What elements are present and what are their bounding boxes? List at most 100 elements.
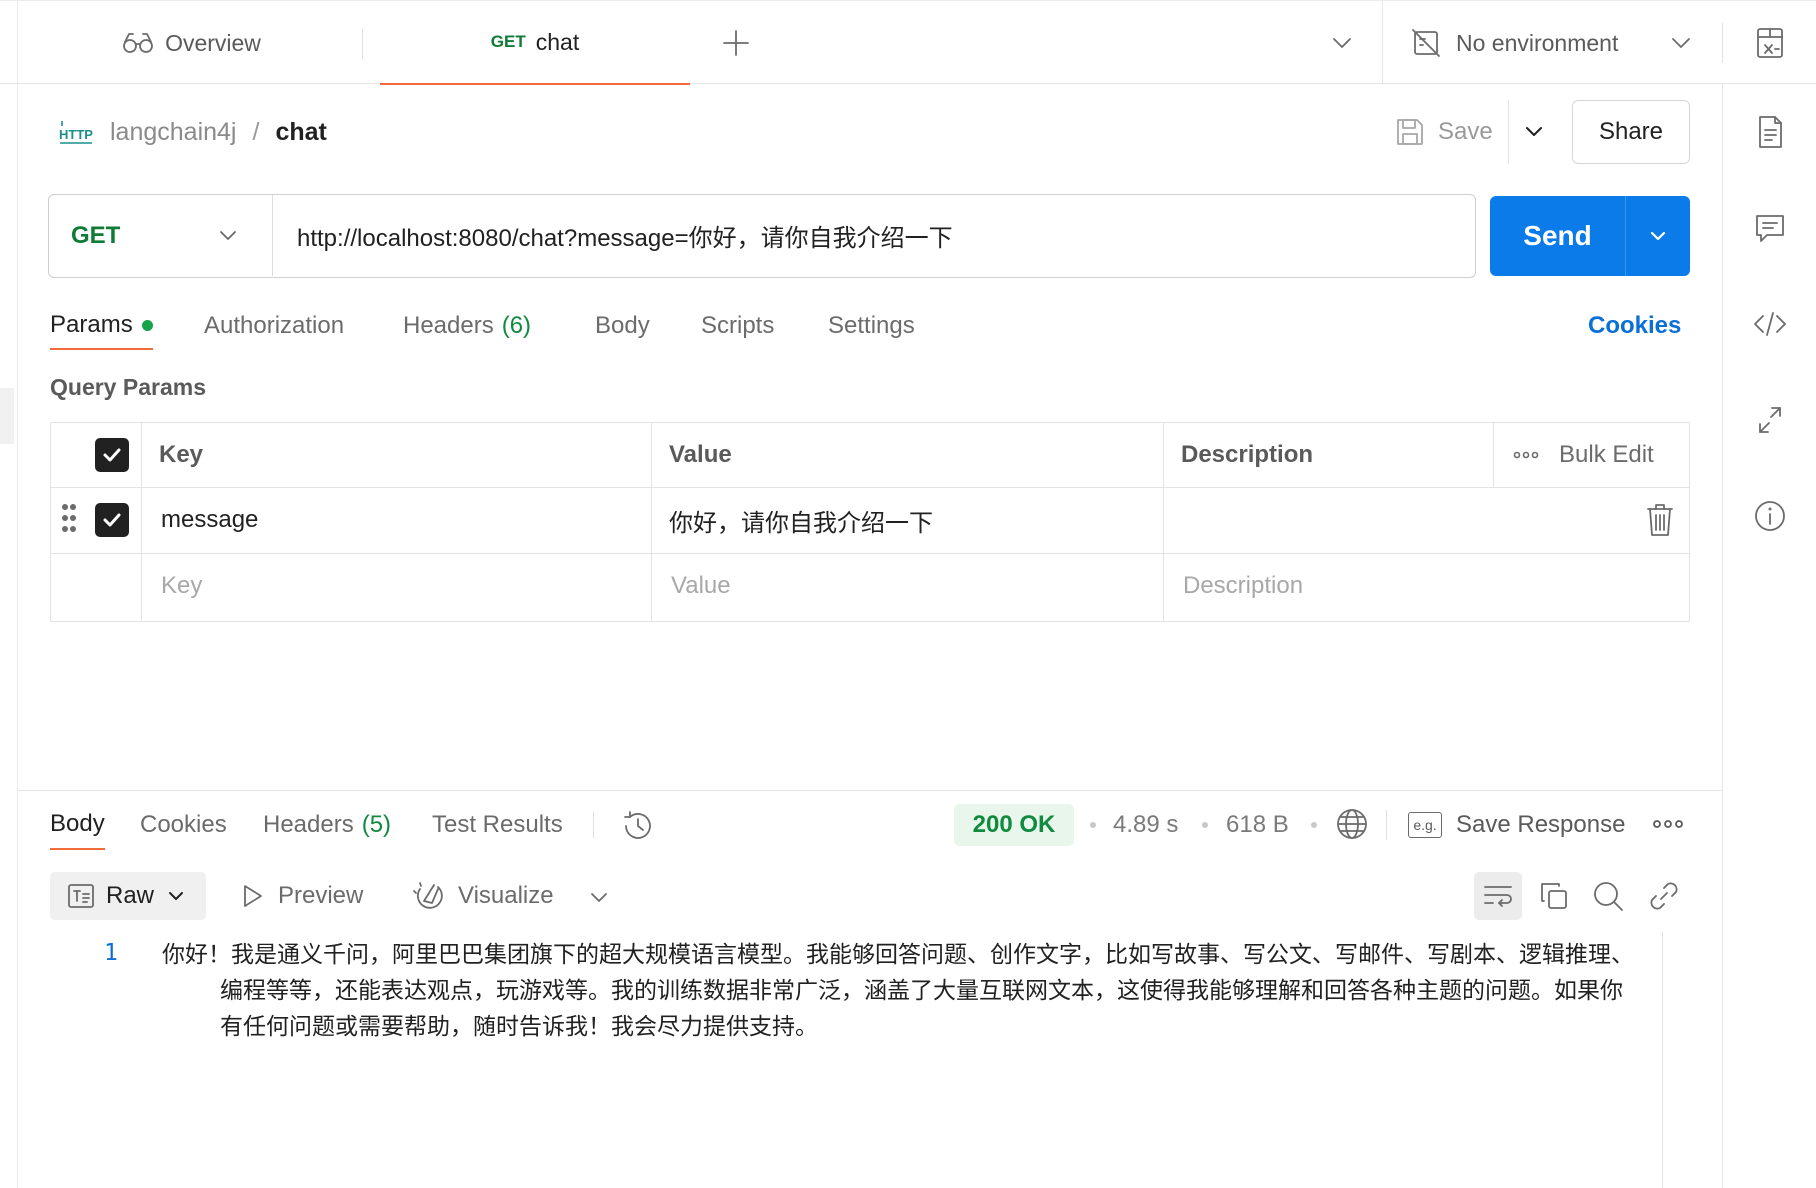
visualize-label: Visualize [458, 882, 554, 909]
delete-trash-icon[interactable] [1645, 503, 1675, 537]
save-options-chevron-down-icon[interactable] [1516, 114, 1552, 150]
response-time[interactable]: 4.89 s [1113, 804, 1178, 846]
preview-button[interactable]: Preview [240, 872, 363, 920]
meta-separator [1202, 822, 1208, 828]
environment-chevron-down-icon[interactable] [1664, 27, 1698, 59]
url-input[interactable]: http://localhost:8080/chat?message=你好，请你… [297, 195, 953, 276]
tab-scripts[interactable]: Scripts [701, 302, 774, 350]
save-response-label: Save Response [1456, 811, 1626, 838]
column-header-key: Key [159, 441, 204, 468]
documentation-icon[interactable] [1750, 112, 1790, 152]
tab-overview-label: Overview [165, 29, 261, 56]
meta-divider [1386, 810, 1387, 840]
response-more-options-icon[interactable] [1652, 816, 1684, 832]
response-tab-headers-count: (5) [361, 811, 392, 838]
response-tab-cookies[interactable]: Cookies [140, 800, 227, 850]
response-body-text[interactable]: 你好！我是通义千问，阿里巴巴集团旗下的超大规模语言模型。我能够回答问题、创作文字… [162, 936, 1642, 1044]
response-scrollbar[interactable] [1662, 932, 1663, 1188]
env-divider [1382, 1, 1383, 85]
breadcrumb-collection[interactable]: langchain4j [110, 118, 237, 147]
send-button[interactable]: Send [1490, 196, 1626, 276]
new-key-input[interactable]: Key [161, 553, 202, 619]
link-icon[interactable] [1640, 872, 1688, 920]
select-all-checkbox[interactable] [95, 438, 129, 472]
svg-text:HTTP: HTTP [59, 127, 93, 142]
environment-label: No environment [1456, 29, 1619, 56]
save-response-button[interactable]: e.g. Save Response [1408, 804, 1625, 846]
meta-separator [1311, 822, 1317, 828]
tab-chat[interactable]: GET chat [380, 1, 690, 85]
comments-icon[interactable] [1750, 208, 1790, 248]
tab-body[interactable]: Body [595, 302, 650, 350]
environment-variables-icon[interactable] [1750, 23, 1790, 63]
wrap-lines-icon[interactable] [1474, 872, 1522, 920]
param-key-cell[interactable]: message [161, 487, 258, 553]
visualize-chevron-down-icon[interactable] [584, 882, 614, 912]
share-button[interactable]: Share [1572, 100, 1690, 164]
new-tab-plus-icon[interactable] [716, 25, 756, 61]
raw-text-icon [66, 881, 96, 911]
tab-headers[interactable]: Headers (6) [403, 302, 531, 350]
param-value-cell[interactable]: 你好，请你自我介绍一下 [669, 487, 933, 553]
code-snippet-icon[interactable] [1750, 304, 1790, 344]
save-button[interactable]: Save [1394, 110, 1493, 154]
tab-authorization[interactable]: Authorization [204, 302, 344, 350]
tab-overview[interactable]: Overview [20, 1, 362, 85]
response-tab-test-results[interactable]: Test Results [432, 800, 563, 850]
url-bar: GET http://localhost:8080/chat?message=你… [48, 194, 1476, 278]
response-tab-headers[interactable]: Headers (5) [263, 800, 391, 850]
method-chevron-down-icon[interactable] [211, 219, 245, 253]
send-options-chevron-down-icon[interactable] [1626, 196, 1690, 276]
overview-icon [121, 30, 155, 56]
tab-bar: Overview GET chat No environment [0, 0, 1816, 85]
tab-headers-count: (6) [501, 312, 532, 339]
response-size[interactable]: 618 B [1226, 804, 1289, 846]
status-badge[interactable]: 200 OK [954, 804, 1074, 846]
new-description-input[interactable]: Description [1183, 553, 1303, 619]
column-header-value: Value [669, 441, 732, 468]
save-label: Save [1438, 118, 1493, 145]
network-globe-icon[interactable] [1334, 806, 1370, 842]
drag-handle-icon[interactable] [61, 503, 77, 533]
history-clock-icon[interactable] [618, 806, 658, 846]
send-button-group: Send [1490, 196, 1690, 276]
new-value-input[interactable]: Value [671, 553, 731, 619]
response-tab-body[interactable]: Body [50, 800, 105, 850]
visualize-button[interactable]: Visualize [412, 872, 554, 920]
info-icon[interactable] [1750, 496, 1790, 536]
left-gutter [0, 0, 18, 1188]
environment-selector[interactable]: No environment [1410, 1, 1618, 85]
tab-divider [362, 29, 363, 59]
copy-icon[interactable] [1530, 872, 1578, 920]
tabs-dropdown-chevron-down-icon[interactable] [1324, 27, 1360, 59]
search-icon[interactable] [1584, 872, 1632, 920]
tab-chat-label: chat [535, 28, 580, 55]
tab-headers-label: Headers [403, 312, 494, 339]
response-divider[interactable] [18, 790, 1722, 791]
right-divider [1722, 23, 1723, 63]
tab-settings[interactable]: Settings [828, 302, 915, 350]
line-number: 1 [104, 940, 118, 966]
tab-params[interactable]: Params [50, 302, 153, 350]
breadcrumb-separator: / [252, 117, 260, 146]
sidebar-resize-handle[interactable] [0, 388, 14, 444]
http-icon: HTTP [56, 117, 96, 147]
column-options-more-icon[interactable] [1513, 423, 1539, 487]
request-tabs: Params Authorization Headers (6) Body Sc… [50, 302, 1450, 350]
query-params-label: Query Params [50, 374, 206, 400]
row-enabled-checkbox[interactable] [95, 503, 129, 537]
query-params-table: Key Value Description Bulk Edit message … [50, 422, 1690, 622]
breadcrumb: HTTP langchain4j / chat [56, 110, 327, 154]
format-raw-label: Raw [106, 882, 155, 909]
column-header-description: Description [1181, 441, 1314, 468]
bulk-edit-button[interactable]: Bulk Edit [1559, 423, 1654, 487]
format-raw-select[interactable]: Raw [50, 872, 206, 920]
response-tabs-divider [593, 812, 594, 838]
format-chevron-down-icon [164, 884, 188, 908]
related-collections-icon[interactable] [1750, 400, 1790, 440]
cookies-link[interactable]: Cookies [1588, 302, 1681, 350]
save-icon [1394, 116, 1426, 148]
response-tab-headers-label: Headers [263, 811, 354, 838]
breadcrumb-request-name[interactable]: chat [275, 118, 326, 147]
preview-label: Preview [278, 882, 364, 909]
